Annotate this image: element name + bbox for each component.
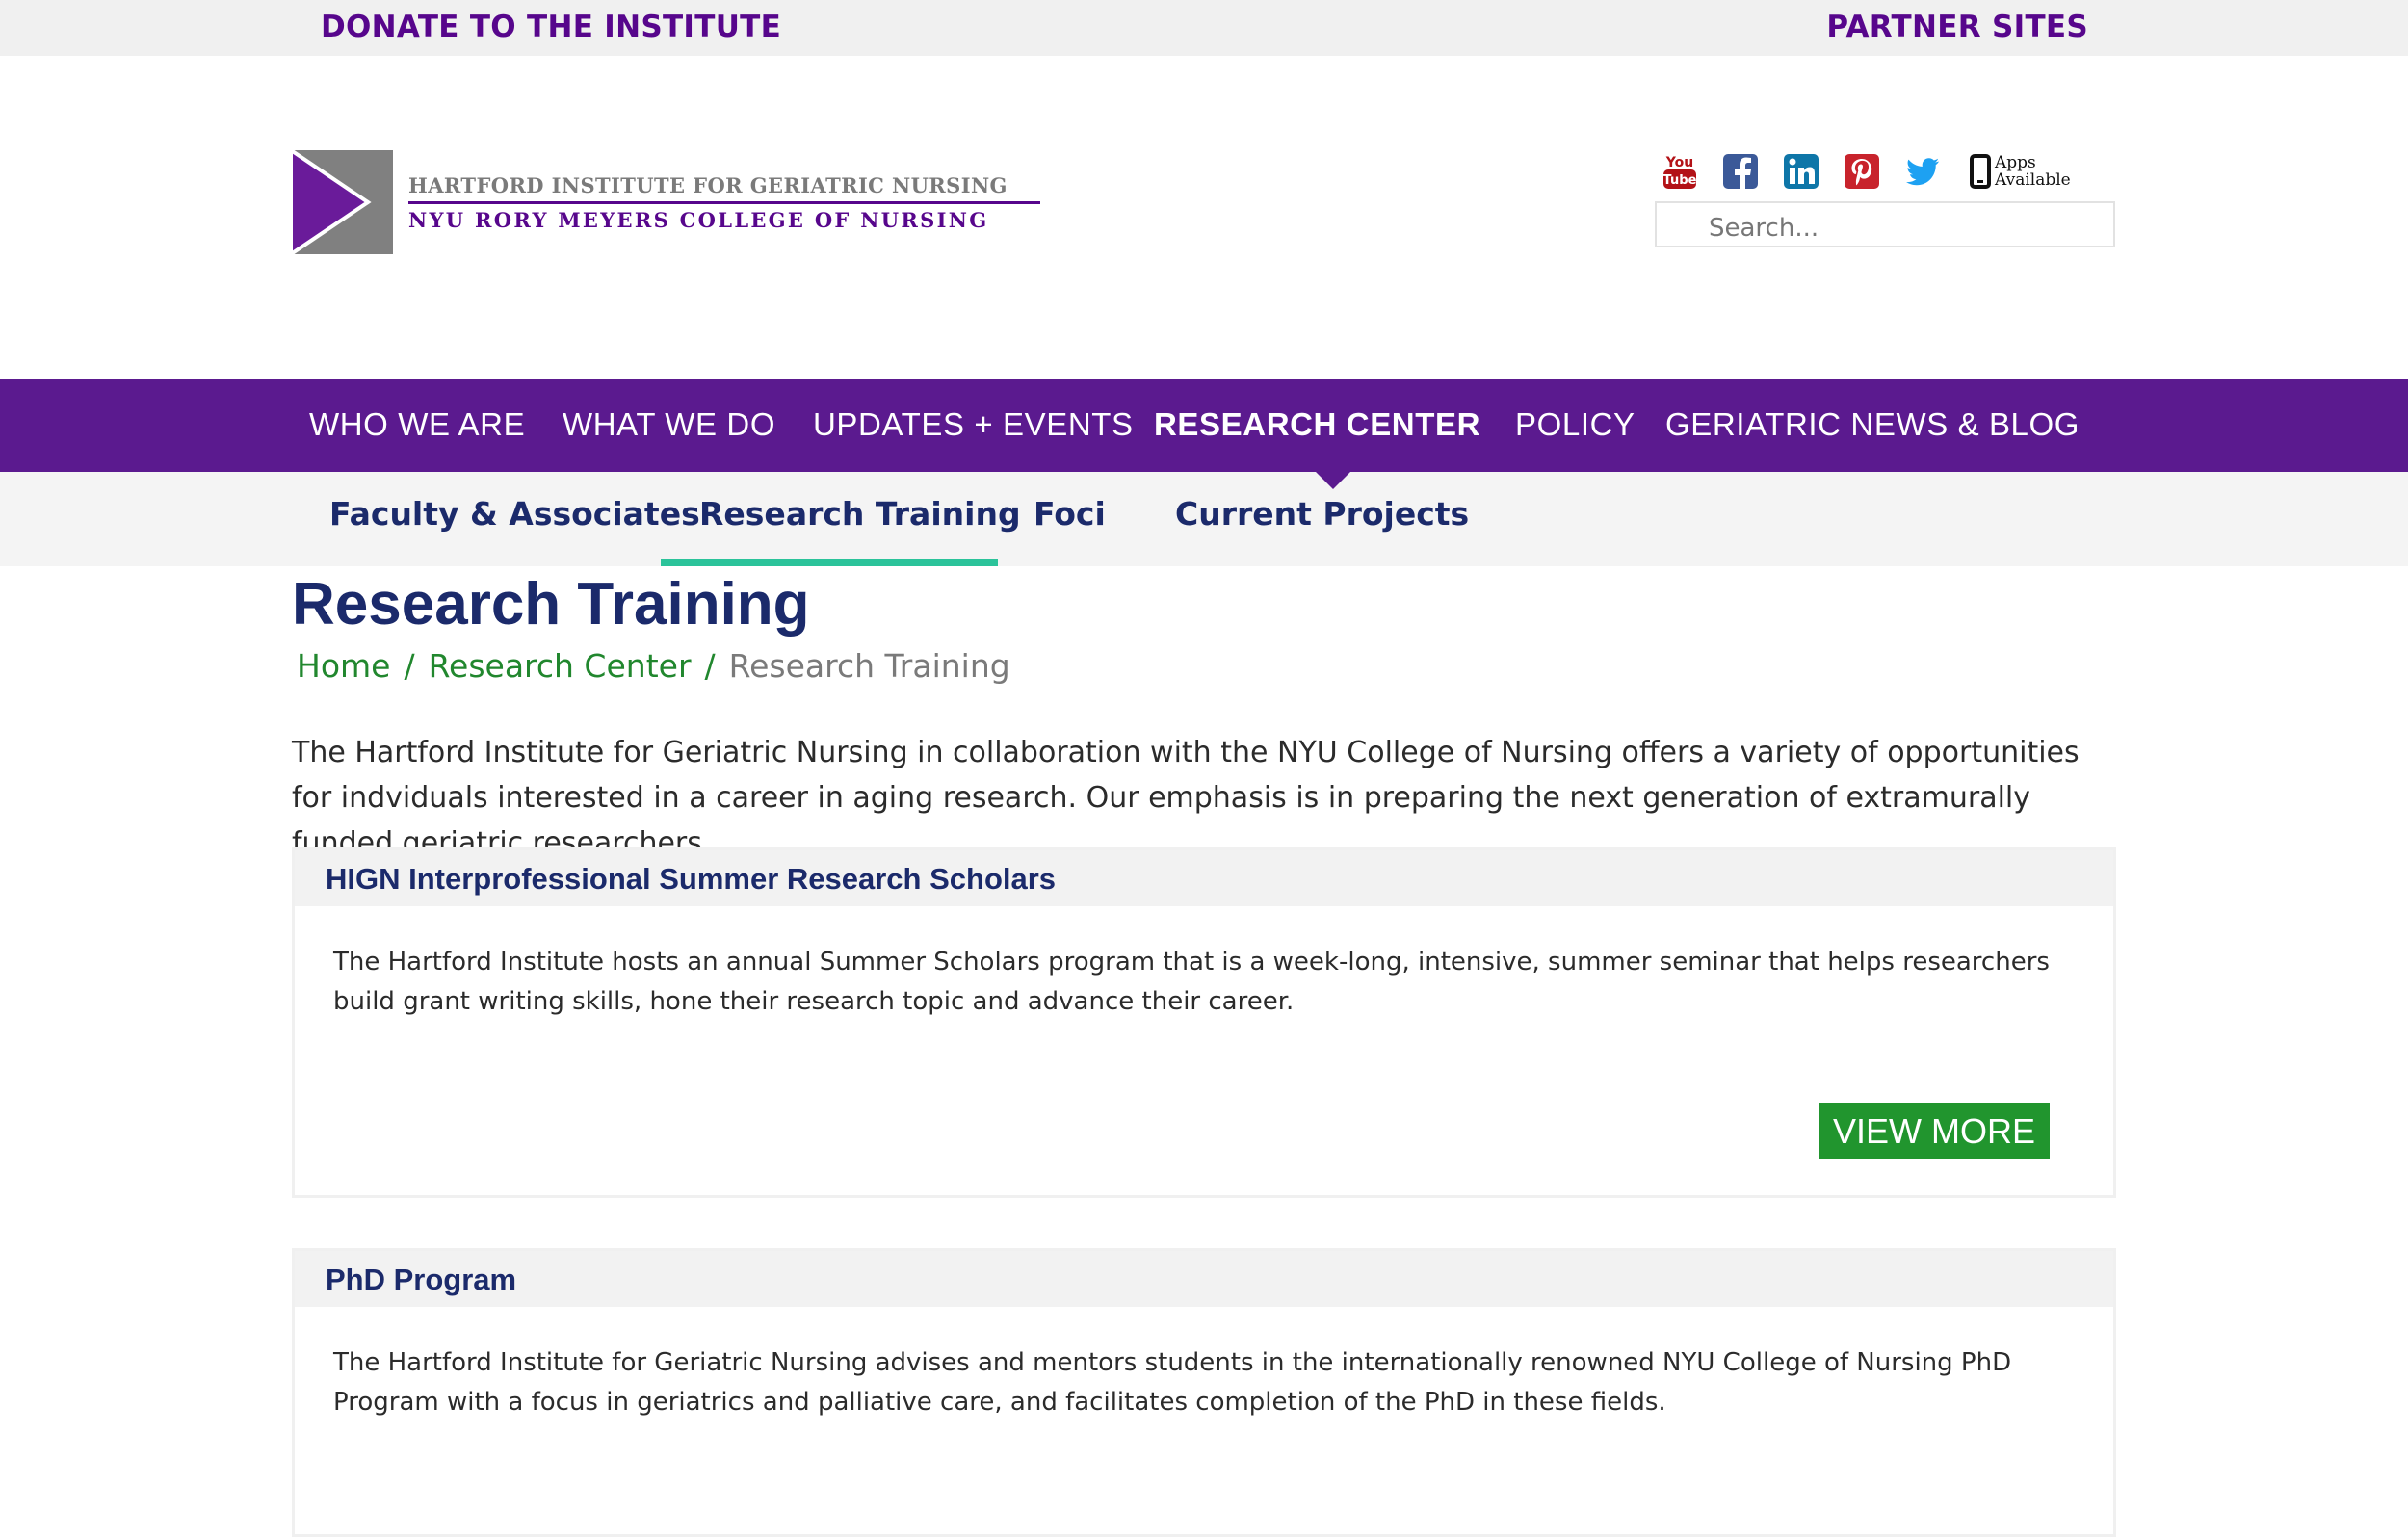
card-body: The Hartford Institute for Geriatric Nur… — [295, 1307, 2113, 1422]
page-title: Research Training — [292, 571, 810, 638]
breadcrumb-current: Research Training — [728, 647, 1010, 685]
logo-institute-name: HARTFORD INSTITUTE FOR GERIATRIC NURSING — [408, 173, 1008, 197]
subnav-faculty-associates[interactable]: Faculty & Associates — [329, 495, 700, 533]
youtube-icon[interactable]: You Tube — [1662, 152, 1698, 191]
program-card: HIGN Interprofessional Summer Research S… — [292, 847, 2116, 1198]
intro-paragraph: The Hartford Institute for Geriatric Nur… — [292, 736, 2080, 860]
program-card: PhD Program The Hartford Institute for G… — [292, 1248, 2116, 1537]
card-description: The Hartford Institute hosts an annual S… — [333, 948, 2050, 1016]
subnav-research-training[interactable]: Research Training — [699, 495, 1021, 533]
breadcrumb-home[interactable]: Home — [297, 647, 390, 685]
subnav-foci[interactable]: Foci — [1034, 495, 1106, 533]
partner-sites-link[interactable]: PARTNER SITES — [1826, 10, 2088, 44]
breadcrumb-separator: / — [404, 647, 415, 685]
sub-nav: Faculty & Associates Research Training F… — [0, 472, 2408, 566]
nav-research-center[interactable]: RESEARCH CENTER — [1154, 406, 1480, 443]
logo-college-name: NYU RORY MEYERS COLLEGE OF NURSING — [408, 208, 989, 232]
subnav-current-projects[interactable]: Current Projects — [1175, 495, 1469, 533]
breadcrumb-research-center[interactable]: Research Center — [429, 647, 692, 685]
active-subnav-underline — [661, 559, 998, 566]
youtube-text-you: You — [1665, 155, 1693, 170]
card-body: The Hartford Institute hosts an annual S… — [295, 906, 2113, 1022]
active-nav-caret — [1316, 472, 1350, 489]
main-nav: WHO WE ARE WHAT WE DO UPDATES + EVENTS R… — [0, 379, 2408, 472]
view-more-button[interactable]: VIEW MORE — [1819, 1103, 2050, 1159]
mobile-phone-icon[interactable] — [1970, 154, 1991, 189]
apps-label-line2: Available — [1995, 170, 2071, 190]
apps-label-line1: Apps — [1995, 153, 2036, 172]
nav-what-we-do[interactable]: WHAT WE DO — [563, 406, 775, 443]
breadcrumb: Home / Research Center / Research Training — [297, 647, 1010, 685]
nav-geriatric-news-blog[interactable]: GERIATRIC NEWS & BLOG — [1665, 406, 2080, 443]
linkedin-icon[interactable] — [1783, 152, 1819, 191]
apps-available-label[interactable]: Apps Available — [1995, 154, 2071, 189]
breadcrumb-separator: / — [704, 647, 716, 685]
utility-bar: DONATE TO THE INSTITUTE PARTNER SITES — [0, 0, 2408, 56]
card-title[interactable]: HIGN Interprofessional Summer Research S… — [295, 850, 2113, 906]
donate-link[interactable]: DONATE TO THE INSTITUTE — [321, 10, 781, 44]
facebook-icon[interactable] — [1722, 152, 1759, 191]
nav-updates-events[interactable]: UPDATES + EVENTS — [813, 406, 1134, 443]
twitter-icon[interactable] — [1904, 152, 1941, 191]
pinterest-icon[interactable] — [1844, 152, 1880, 191]
logo-mark-icon — [291, 150, 393, 254]
card-description: The Hartford Institute for Geriatric Nur… — [333, 1348, 2012, 1417]
card-title[interactable]: PhD Program — [295, 1251, 2113, 1307]
logo-divider — [408, 201, 1040, 204]
youtube-text-tube: Tube — [1663, 173, 1697, 188]
search-input[interactable] — [1655, 201, 2115, 247]
nav-policy[interactable]: POLICY — [1515, 406, 1636, 443]
nav-who-we-are[interactable]: WHO WE ARE — [309, 406, 525, 443]
